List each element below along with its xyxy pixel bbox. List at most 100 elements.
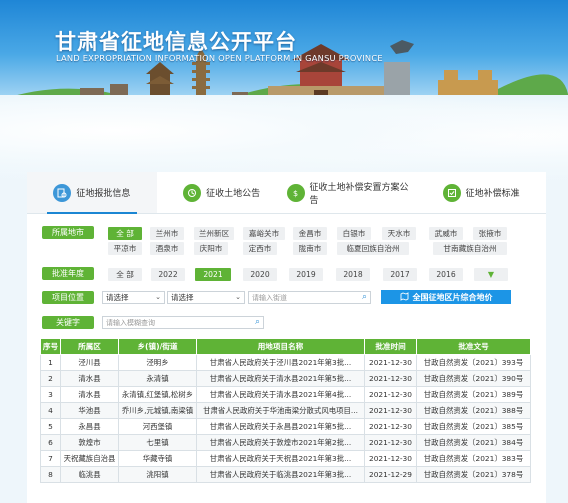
cell-approval-date: 2021-12-30 xyxy=(364,418,417,435)
col-header-approval-number: 批准文号 xyxy=(416,338,531,355)
table-row[interactable]: 6 敦煌市 七里镇 甘肃省人民政府关于敦煌市2021年第2批... 2021-12-30… xyxy=(40,434,531,451)
cell-town: 乔川乡,元城镇,南梁镇 xyxy=(118,402,197,419)
cell-town: 华藏寺镇 xyxy=(118,450,197,467)
year-chip[interactable]: 2018 xyxy=(336,268,370,281)
region-chip[interactable]: 庆阳市 xyxy=(194,242,228,255)
region-chip[interactable]: 定西市 xyxy=(243,242,277,255)
cell-project-name[interactable]: 甘肃省人民政府关于清水县2021年第4批... xyxy=(196,386,365,403)
cell-project-name[interactable]: 甘肃省人民政府关于华池南梁分散式风电项目... xyxy=(196,402,365,419)
col-header-project-name: 用地项目名称 xyxy=(196,338,365,355)
cell-approval-number: 甘政自然资发〔2021〕390号 xyxy=(416,370,531,387)
cell-approval-number: 甘政自然资发〔2021〕378号 xyxy=(416,466,531,483)
table-row[interactable]: 5 永昌县 河西堡镇 甘肃省人民政府关于永昌县2021年第5批... 2021-12-3… xyxy=(40,418,531,435)
region-chip[interactable]: 嘉峪关市 xyxy=(243,227,285,240)
map-button-label: 全国征地区片综合地价 xyxy=(412,292,493,302)
page-title: 甘肃省征地信息公开平台 xyxy=(55,30,297,54)
table-row[interactable]: 3 清水县 永清镇,红堡镇,松树乡 甘肃省人民政府关于清水县2021年第4批... 20… xyxy=(40,386,531,403)
tab-land-expropriation-notice[interactable]: 征收土地公告 xyxy=(157,172,287,213)
town-select[interactable]: 请选择 ⌄ xyxy=(167,291,245,304)
cell-project-name[interactable]: 甘肃省人民政府关于临洮县2021年第3批... xyxy=(196,466,365,483)
keyword-label: 关键字 xyxy=(42,316,94,329)
cell-town: 河西堡镇 xyxy=(118,418,197,435)
cell-index: 2 xyxy=(40,370,61,387)
tab-compensation-plan-notice[interactable]: $ 征收土地补偿安置方案公告 xyxy=(286,172,417,213)
standard-icon xyxy=(442,183,461,202)
year-chip-selected[interactable]: 2021 xyxy=(195,268,231,281)
region-chip[interactable]: 平凉市 xyxy=(108,242,142,255)
cell-district: 敦煌市 xyxy=(60,434,119,451)
year-chip-all[interactable]: 全 部 xyxy=(108,268,142,281)
cell-approval-date: 2021-12-30 xyxy=(364,354,417,371)
cell-project-name[interactable]: 甘肃省人民政府关于泾川县2021年第3批... xyxy=(196,354,365,371)
col-header-approval-date: 批准时间 xyxy=(364,338,417,355)
table-header-row: 序号 所属区 乡(镇)/街道 用地项目名称 批准时间 批准文号 xyxy=(40,338,531,355)
table-row[interactable]: 4 华池县 乔川乡,元城镇,南梁镇 甘肃省人民政府关于华池南梁分散式风电项目... 20… xyxy=(40,402,531,419)
table-row[interactable]: 2 清水县 永清镇 甘肃省人民政府关于清水县2021年第5批... 2021-12-30… xyxy=(40,370,531,387)
street-input[interactable]: 请输入街道 ⌕ xyxy=(248,291,371,304)
col-header-index: 序号 xyxy=(40,338,61,355)
map-icon xyxy=(400,291,409,303)
tab-compensation-standard[interactable]: 征地补偿标准 xyxy=(416,172,546,213)
cell-approval-date: 2021-12-30 xyxy=(364,434,417,451)
cell-district: 泾川县 xyxy=(60,354,119,371)
year-filter-label: 批准年度 xyxy=(42,267,94,280)
cell-index: 7 xyxy=(40,450,61,467)
cell-approval-number: 甘政自然资发〔2021〕389号 xyxy=(416,386,531,403)
cell-approval-number: 甘政自然资发〔2021〕383号 xyxy=(416,450,531,467)
table-row[interactable]: 7 天祝藏族自治县 华藏寺镇 甘肃省人民政府关于天祝县2021年第3批... 2021-… xyxy=(40,450,531,467)
year-chip[interactable]: 2022 xyxy=(151,268,185,281)
search-icon[interactable]: ⌕ xyxy=(255,317,260,327)
cell-project-name[interactable]: 甘肃省人民政府关于清水县2021年第5批... xyxy=(196,370,365,387)
region-chip[interactable]: 酒泉市 xyxy=(150,242,184,255)
cell-district: 华池县 xyxy=(60,402,119,419)
region-chip-all[interactable]: 全 部 xyxy=(108,227,142,240)
region-chip[interactable]: 武威市 xyxy=(429,227,463,240)
cell-project-name[interactable]: 甘肃省人民政府关于永昌县2021年第5批... xyxy=(196,418,365,435)
table-row[interactable]: 1 泾川县 泾明乡 甘肃省人民政府关于泾川县2021年第3批... 2021-12-30… xyxy=(40,354,531,371)
cell-index: 5 xyxy=(40,418,61,435)
region-chip[interactable]: 陇南市 xyxy=(293,242,327,255)
triangle-down-icon: ▼ xyxy=(487,270,495,279)
document-search-icon xyxy=(53,183,72,202)
region-chip[interactable]: 金昌市 xyxy=(293,227,327,240)
region-chip[interactable]: 甘南藏族自治州 xyxy=(433,242,507,255)
land-price-map-button[interactable]: 全国征地区片综合地价 xyxy=(381,290,511,304)
table-row[interactable]: 8 临洮县 洮阳镇 甘肃省人民政府关于临洮县2021年第3批... 2021-12-29… xyxy=(40,466,531,483)
location-filter-label: 项目位置 xyxy=(42,291,94,304)
year-chip[interactable]: 2017 xyxy=(383,268,417,281)
cell-index: 3 xyxy=(40,386,61,403)
region-chip[interactable]: 临夏回族自治州 xyxy=(337,242,409,255)
svg-text:$: $ xyxy=(293,189,298,198)
tab-label: 征收土地补偿安置方案公告 xyxy=(309,182,409,206)
region-chip[interactable]: 张掖市 xyxy=(473,227,507,240)
cell-town: 洮阳镇 xyxy=(118,466,197,483)
cell-district: 永昌县 xyxy=(60,418,119,435)
street-placeholder: 请输入街道 xyxy=(252,293,287,302)
cell-district: 清水县 xyxy=(60,386,119,403)
tab-land-approval-info[interactable]: 征地报批信息 xyxy=(27,172,157,214)
category-tabs: 征地报批信息 征收土地公告 $ 征收土地补偿安置方案公告 征地补偿标准 xyxy=(27,172,546,214)
cell-project-name[interactable]: 甘肃省人民政府关于天祝县2021年第3批... xyxy=(196,450,365,467)
cell-project-name[interactable]: 甘肃省人民政府关于敦煌市2021年第2批... xyxy=(196,434,365,451)
keyword-placeholder: 请输入模糊查询 xyxy=(106,318,155,327)
cell-approval-date: 2021-12-29 xyxy=(364,466,417,483)
search-icon[interactable]: ⌕ xyxy=(362,292,367,302)
cell-approval-date: 2021-12-30 xyxy=(364,402,417,419)
expand-years-button[interactable]: ▼ xyxy=(474,268,508,281)
county-select[interactable]: 请选择 ⌄ xyxy=(102,291,165,304)
select-value: 请选择 xyxy=(171,293,194,302)
cell-district: 清水县 xyxy=(60,370,119,387)
region-chip[interactable]: 兰州新区 xyxy=(194,227,234,240)
col-header-town: 乡(镇)/街道 xyxy=(118,338,197,355)
cell-approval-date: 2021-12-30 xyxy=(364,370,417,387)
year-chip[interactable]: 2019 xyxy=(289,268,323,281)
year-chip[interactable]: 2020 xyxy=(243,268,277,281)
keyword-input[interactable]: 请输入模糊查询 ⌕ xyxy=(102,316,264,329)
results-table: 序号 所属区 乡(镇)/街道 用地项目名称 批准时间 批准文号 1 泾川县 泾明乡甘… xyxy=(40,338,531,483)
region-chip[interactable]: 白银市 xyxy=(337,227,371,240)
region-chip[interactable]: 兰州市 xyxy=(150,227,184,240)
chevron-down-icon: ⌄ xyxy=(155,293,161,301)
year-chip[interactable]: 2016 xyxy=(429,268,463,281)
region-chip[interactable]: 天水市 xyxy=(382,227,416,240)
cell-approval-number: 甘政自然资发〔2021〕385号 xyxy=(416,418,531,435)
